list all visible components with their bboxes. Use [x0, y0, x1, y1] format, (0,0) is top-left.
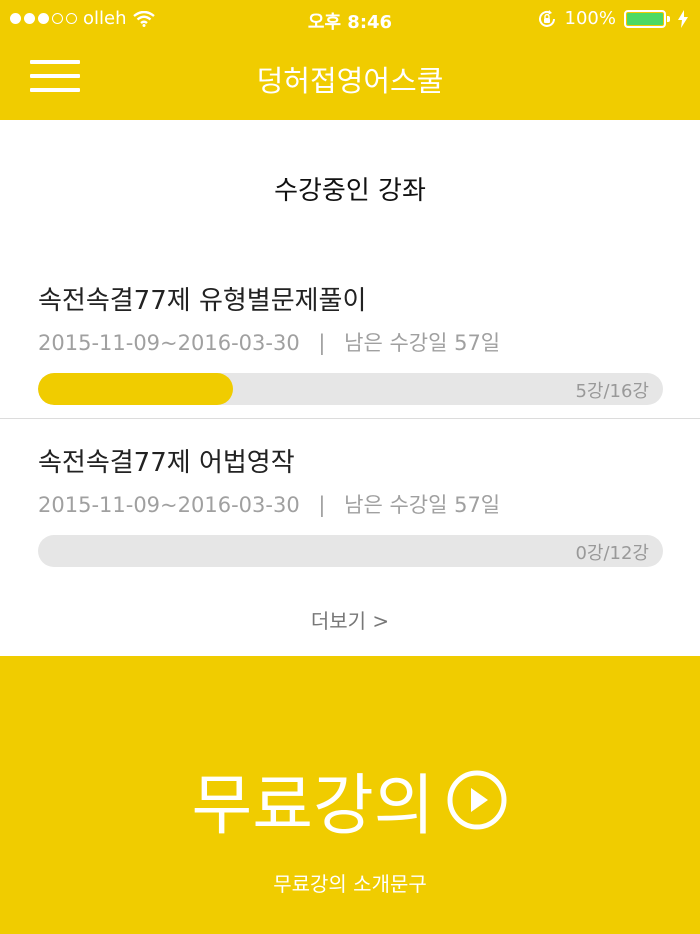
course-progress-bar: 0강/12강: [38, 535, 663, 567]
free-lecture-button[interactable]: 무료강의: [0, 752, 700, 848]
course-remaining-days: 남은 수강일 57일: [344, 493, 501, 517]
course-meta: 2015-11-09~2016-03-30 | 남은 수강일 57일: [38, 327, 663, 357]
free-lecture-banner[interactable]: 무료강의 무료강의 소개문구: [0, 656, 700, 934]
top-bar: olleh 오후 8:46 100% 덩허접영어스쿨: [0, 0, 700, 120]
course-progress-bar: 5강/16강: [38, 373, 663, 405]
app-title: 덩허접영어스쿨: [256, 64, 444, 98]
more-link[interactable]: 더보기 >: [0, 605, 700, 634]
status-bar: olleh 오후 8:46 100%: [0, 0, 700, 40]
battery-fill: [627, 12, 663, 25]
battery-percent: 100%: [564, 8, 616, 29]
battery-icon: [624, 9, 670, 28]
course-progress-text: 0강/12강: [575, 543, 649, 564]
course-item[interactable]: 속전속결77제 유형별문제풀이 2015-11-09~2016-03-30 | …: [38, 280, 663, 405]
free-lecture-title: 무료강의: [191, 767, 435, 844]
meta-separator: |: [318, 331, 326, 355]
course-progress-fill: [38, 373, 234, 405]
course-name: 속전속결77제 어법영작: [38, 448, 295, 478]
meta-separator: |: [318, 493, 326, 517]
course-name: 속전속결77제 유형별문제풀이: [38, 286, 367, 316]
course-remaining-days: 남은 수강일 57일: [344, 331, 501, 355]
free-lecture-description: 무료강의 소개문구: [273, 872, 427, 896]
course-period: 2015-11-09~2016-03-30: [38, 493, 300, 517]
course-period: 2015-11-09~2016-03-30: [38, 331, 300, 355]
section-title: 수강중인 강좌: [274, 176, 426, 206]
course-progress-text: 5강/16강: [575, 381, 649, 402]
charging-icon: [678, 9, 688, 28]
course-item[interactable]: 속전속결77제 어법영작 2015-11-09~2016-03-30 | 남은 …: [38, 442, 663, 567]
course-meta: 2015-11-09~2016-03-30 | 남은 수강일 57일: [38, 489, 663, 519]
orientation-lock-icon: [538, 9, 555, 27]
course-divider: [0, 418, 700, 419]
play-circle-icon: [447, 770, 507, 830]
